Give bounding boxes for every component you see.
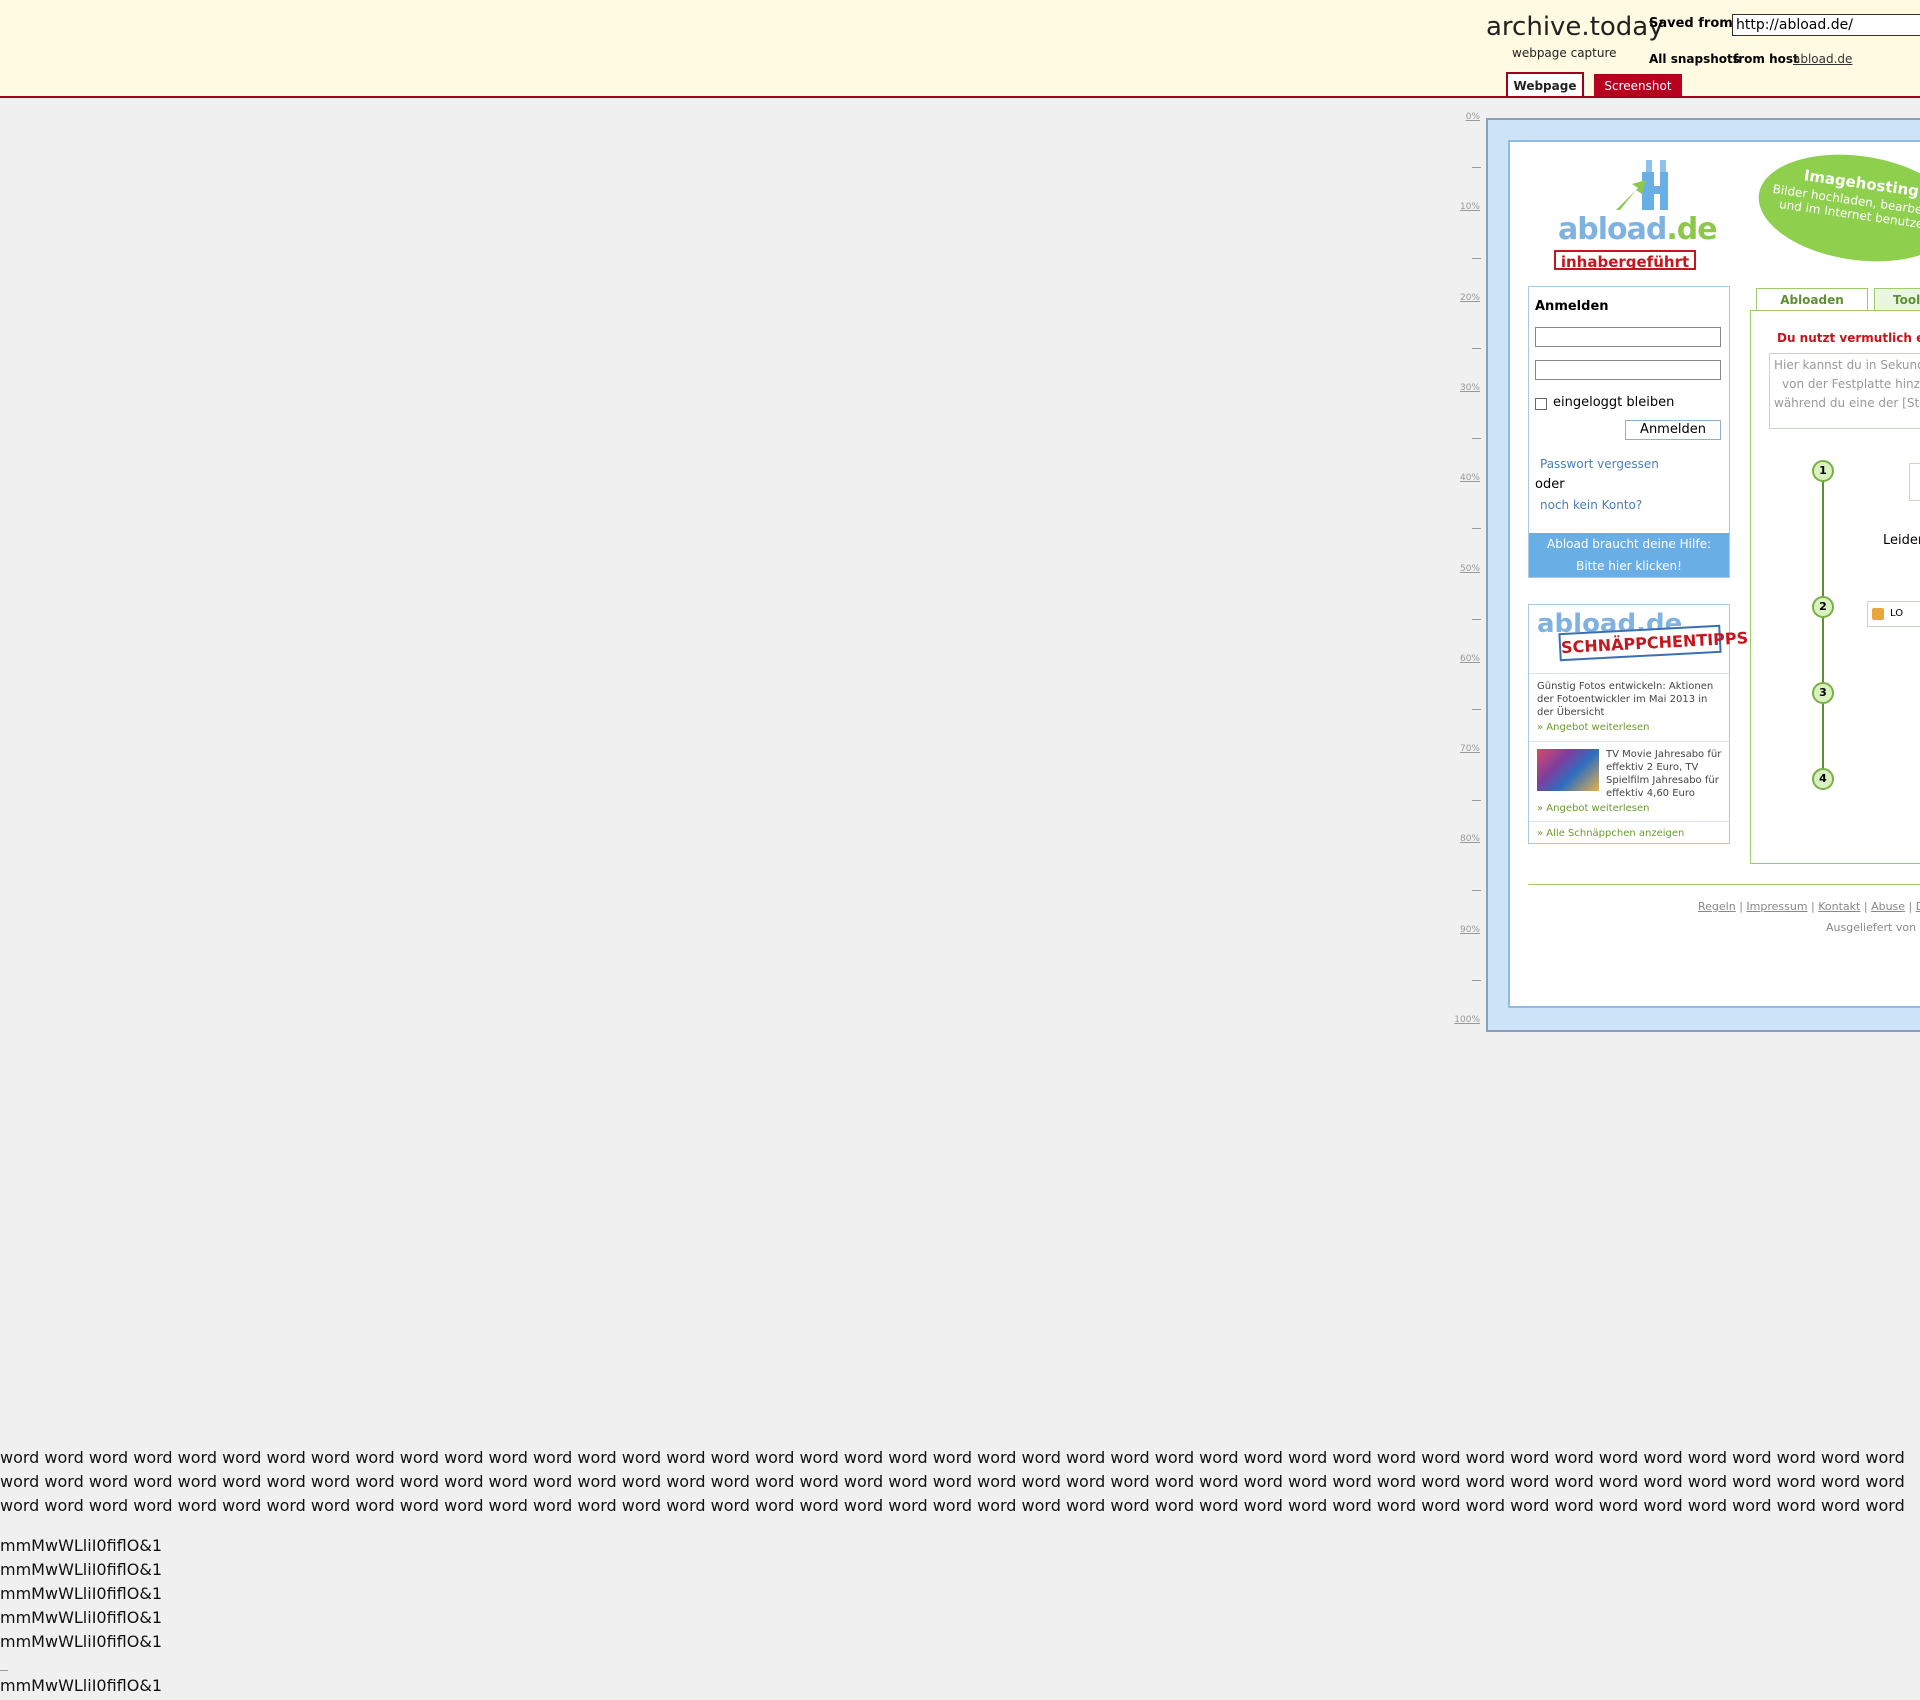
- abload-logo[interactable]: abload.de inhabergeführt: [1540, 152, 1718, 272]
- ruler-tick: [1472, 348, 1481, 349]
- archive-title[interactable]: archive.today: [1486, 12, 1664, 42]
- username-input[interactable]: [1535, 327, 1721, 347]
- or-text: oder: [1535, 477, 1565, 492]
- info-line: während du eine der [Str: [1774, 396, 1920, 410]
- ruler-tick: [1472, 438, 1481, 439]
- login-title: Anmelden: [1535, 299, 1609, 314]
- captured-page: abload.de inhabergeführt Imagehosting Bi…: [1508, 140, 1920, 1008]
- location-selector[interactable]: LO: [1867, 601, 1920, 627]
- tab-screenshot[interactable]: Screenshot: [1594, 74, 1682, 96]
- ruler-label[interactable]: 50%: [1448, 564, 1480, 574]
- saved-from-url-input[interactable]: [1732, 14, 1920, 36]
- ruler-label[interactable]: 100%: [1448, 1015, 1480, 1025]
- footer-links: Regeln | Impressum | Kontakt | Abuse | D…: [1698, 900, 1920, 913]
- footer-link-regeln[interactable]: Regeln: [1698, 900, 1736, 913]
- glyph-line: mmMwWLliI0fiflO&1: [0, 1676, 162, 1695]
- upload-info-text: Hier kannst du in Sekund von der Festpla…: [1769, 353, 1920, 429]
- help-line-1: Abload braucht deine Hilfe:: [1547, 537, 1711, 551]
- glyph-line: mmMwWLliI0fiflO&1: [0, 1536, 162, 1555]
- ruler-label[interactable]: 60%: [1448, 654, 1480, 664]
- abload-logo-text: abload.de: [1558, 212, 1718, 247]
- ruler-label[interactable]: 90%: [1448, 925, 1480, 935]
- all-snapshots-label[interactable]: All snapshots: [1649, 52, 1740, 66]
- home-icon: [1872, 608, 1884, 620]
- password-input[interactable]: [1535, 360, 1721, 380]
- archive-header: archive.today webpage capture Saved from…: [0, 0, 1920, 98]
- ruler-label[interactable]: 40%: [1448, 473, 1480, 483]
- step-2: 2: [1812, 596, 1834, 618]
- ruler-label[interactable]: 10%: [1448, 202, 1480, 212]
- footer-delivered-by: Ausgeliefert von S: [1826, 921, 1920, 934]
- divider: [1529, 673, 1729, 674]
- glyph-line: mmMwWLliI0fiflO&1: [0, 1608, 162, 1627]
- step-line: [1822, 471, 1824, 783]
- glyph-line: mmMwWLliI0fiflO&1: [0, 1560, 162, 1579]
- step-4: 4: [1812, 768, 1834, 790]
- browser-warning: Du nutzt vermutlich ein: [1777, 331, 1920, 345]
- ruler-tick: [1472, 619, 1481, 620]
- step-3: 3: [1812, 682, 1834, 704]
- footer-link-abuse[interactable]: Abuse: [1871, 900, 1905, 913]
- captured-page-frame: abload.de inhabergeführt Imagehosting Bi…: [1486, 118, 1920, 1032]
- login-button[interactable]: Anmelden: [1625, 420, 1721, 440]
- divider: [1529, 821, 1729, 822]
- tab-webpage[interactable]: Webpage: [1506, 72, 1584, 96]
- glyph-line: mmMwWLliI0fiflO&1: [0, 1584, 162, 1603]
- deal-1-text: Günstig Fotos entwickeln: Aktionen der F…: [1537, 681, 1714, 718]
- ruler-tick: [1472, 258, 1481, 259]
- deal-2-link[interactable]: » Angebot weiterlesen: [1537, 803, 1649, 814]
- divider: [1529, 741, 1729, 742]
- ruler-label[interactable]: 80%: [1448, 834, 1480, 844]
- upload-panel: Du nutzt vermutlich ein Hier kannst du i…: [1750, 310, 1920, 864]
- footer-divider: [1528, 884, 1920, 885]
- ruler-tick: [1472, 800, 1481, 801]
- deal-2-thumbnail[interactable]: [1537, 749, 1599, 791]
- from-host-label: from host: [1733, 52, 1799, 66]
- tab-tool[interactable]: Tool: [1874, 288, 1920, 310]
- saved-from-label: Saved from: [1649, 16, 1733, 31]
- divider: [0, 1670, 8, 1671]
- help-line-2: Bitte hier klicken!: [1576, 559, 1682, 573]
- step-1: 1: [1812, 460, 1834, 482]
- archive-subtitle: webpage capture: [1512, 46, 1617, 60]
- abload-logo-icon: [1616, 160, 1668, 210]
- deal-2-text: TV Movie Jahresabo für effektiv 2 Euro, …: [1606, 749, 1722, 799]
- ruler-tick: [1472, 890, 1481, 891]
- remember-checkbox[interactable]: [1535, 398, 1547, 410]
- info-line: von der Festplatte hinzu: [1782, 377, 1920, 391]
- word-paragraph: word word word word word word word word …: [0, 1448, 1905, 1515]
- ruler-tick: [1472, 528, 1481, 529]
- deal-1-link[interactable]: » Angebot weiterlesen: [1537, 722, 1649, 733]
- register-link[interactable]: noch kein Konto?: [1540, 498, 1642, 512]
- imagehosting-sticker: Imagehosting Bilder hochladen, bearbeite…: [1751, 142, 1920, 274]
- remember-label: eingeloggt bleiben: [1553, 395, 1675, 410]
- footer-link-impressum[interactable]: Impressum: [1746, 900, 1807, 913]
- footer-link-da[interactable]: Da: [1916, 900, 1920, 913]
- footer-link-kontakt[interactable]: Kontakt: [1818, 900, 1860, 913]
- forgot-password-link[interactable]: Passwort vergessen: [1540, 457, 1659, 471]
- ruler-tick: [1472, 167, 1481, 168]
- login-box: Anmelden eingeloggt bleiben Anmelden Pas…: [1528, 286, 1730, 578]
- glyph-line: mmMwWLliI0fiflO&1: [0, 1632, 162, 1651]
- ruler-label[interactable]: 70%: [1448, 744, 1480, 754]
- ruler-label[interactable]: 20%: [1448, 293, 1480, 303]
- ruler-label[interactable]: 30%: [1448, 383, 1480, 393]
- all-deals-link[interactable]: » Alle Schnäppchen anzeigen: [1537, 828, 1684, 839]
- tab-abloaden[interactable]: Abloaden: [1756, 288, 1868, 310]
- upload-widget[interactable]: [1909, 463, 1920, 501]
- ruler-label[interactable]: 0%: [1448, 112, 1480, 122]
- deals-box: abload.de SCHNÄPPCHENTIPPS Günstig Fotos…: [1528, 604, 1749, 844]
- owner-stamp: inhabergeführt: [1554, 250, 1696, 271]
- info-line: Hier kannst du in Sekund: [1774, 358, 1920, 372]
- host-link[interactable]: abload.de: [1793, 52, 1852, 66]
- location-label: LO: [1890, 608, 1904, 619]
- leider-text: Leider: [1883, 533, 1920, 548]
- ruler-tick: [1472, 980, 1481, 981]
- ruler-tick: [1472, 709, 1481, 710]
- help-banner[interactable]: Abload braucht deine Hilfe: Bitte hier k…: [1529, 533, 1729, 577]
